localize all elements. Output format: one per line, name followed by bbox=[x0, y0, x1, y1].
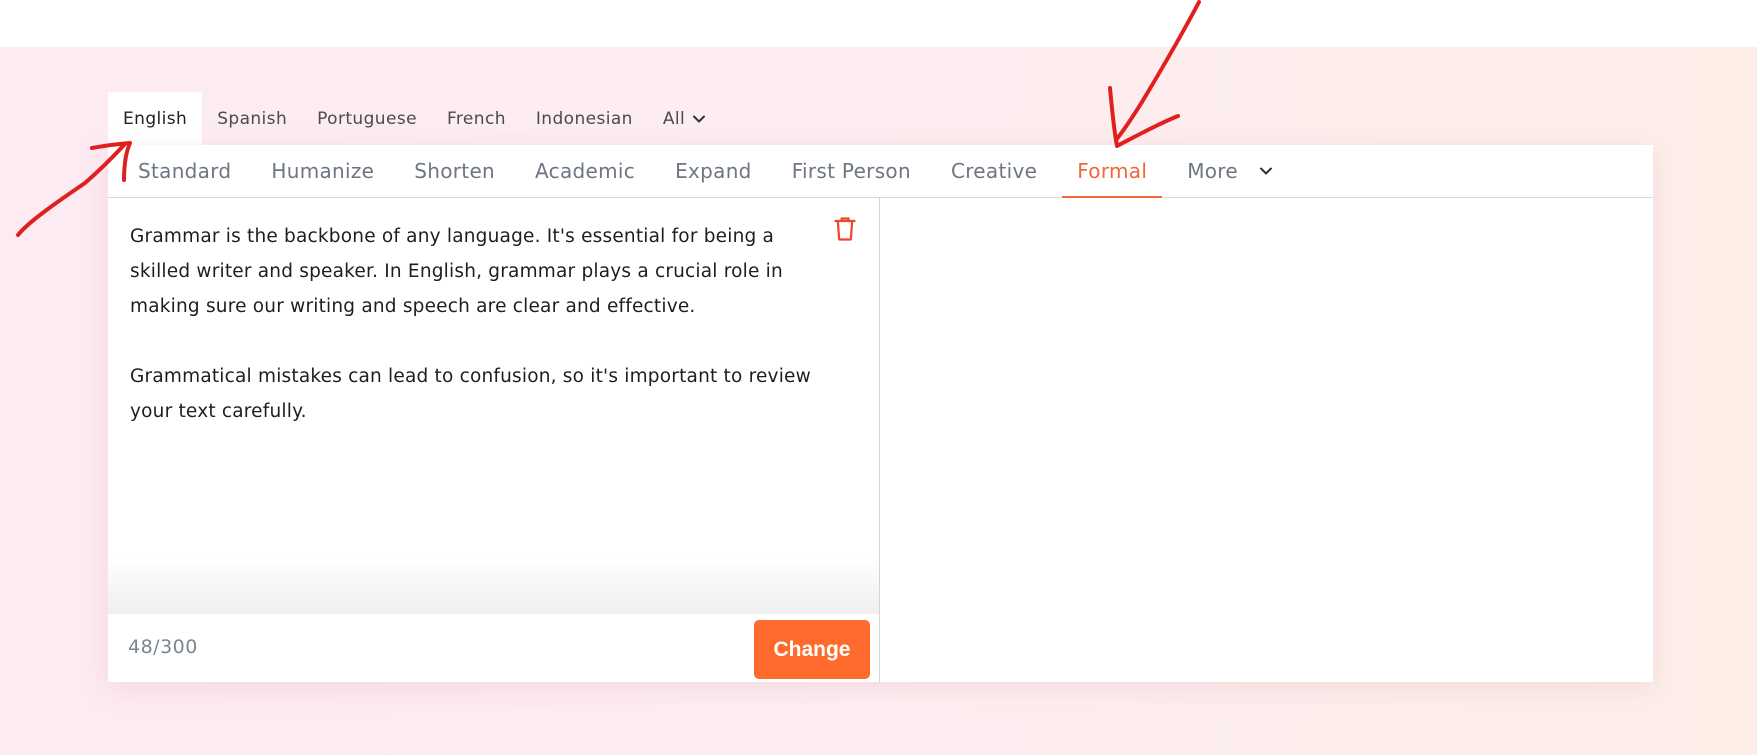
output-pane bbox=[881, 198, 1653, 682]
language-tabs: English Spanish Portuguese French Indone… bbox=[108, 92, 721, 145]
lang-tab-all[interactable]: All bbox=[648, 92, 721, 145]
chevron-down-icon bbox=[692, 114, 706, 124]
mode-tab-first-person[interactable]: First Person bbox=[777, 145, 926, 197]
mode-tab-creative[interactable]: Creative bbox=[936, 145, 1052, 197]
word-count: 48/300 bbox=[128, 636, 198, 658]
mode-tab-academic[interactable]: Academic bbox=[520, 145, 650, 197]
input-paragraph: Grammar is the backbone of any language.… bbox=[130, 226, 783, 317]
trash-icon[interactable] bbox=[834, 216, 856, 242]
input-textarea[interactable]: Grammar is the backbone of any language.… bbox=[130, 219, 830, 464]
lang-tab-french[interactable]: French bbox=[432, 92, 521, 145]
input-footer: 48/300 Change bbox=[108, 614, 879, 682]
mode-tab-humanize[interactable]: Humanize bbox=[256, 145, 389, 197]
scroll-fade bbox=[108, 558, 879, 614]
change-button[interactable]: Change bbox=[754, 620, 870, 679]
lang-tab-indonesian[interactable]: Indonesian bbox=[521, 92, 648, 145]
chevron-down-icon[interactable] bbox=[1253, 145, 1279, 197]
mode-tab-more[interactable]: More bbox=[1172, 145, 1253, 197]
mode-tab-expand[interactable]: Expand bbox=[660, 145, 767, 197]
mode-tab-shorten[interactable]: Shorten bbox=[399, 145, 510, 197]
lang-tab-english[interactable]: English bbox=[108, 92, 203, 145]
paraphraser-card: Standard Humanize Shorten Academic Expan… bbox=[108, 145, 1653, 682]
lang-tab-portuguese[interactable]: Portuguese bbox=[302, 92, 432, 145]
input-paragraph: Grammatical mistakes can lead to confusi… bbox=[130, 366, 811, 422]
mode-tabs: Standard Humanize Shorten Academic Expan… bbox=[108, 145, 1653, 198]
mode-tab-formal[interactable]: Formal bbox=[1062, 145, 1163, 198]
lang-tab-spanish[interactable]: Spanish bbox=[202, 92, 302, 145]
input-pane: Grammar is the backbone of any language.… bbox=[108, 198, 880, 682]
mode-tab-standard[interactable]: Standard bbox=[108, 145, 246, 197]
